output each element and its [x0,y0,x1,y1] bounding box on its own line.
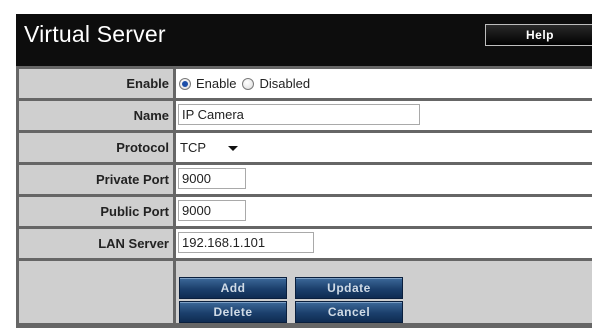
help-button[interactable]: Help [485,24,592,46]
update-button[interactable]: Update [295,277,403,299]
delete-button[interactable]: Delete [179,301,287,323]
private-port-label: Private Port [19,165,173,194]
page-header: Virtual Server Help [16,14,592,66]
chevron-down-icon [228,146,238,151]
enable-row: Enable Enable Disabled [16,66,592,98]
add-button[interactable]: Add [179,277,287,299]
lan-server-label: LAN Server [19,229,173,258]
private-port-row: Private Port 9000 [16,162,592,194]
private-port-value-cell: 9000 [176,165,592,194]
actions-cell: Add Update Delete Cancel [176,261,592,323]
disabled-radio[interactable] [242,77,255,90]
public-port-label: Public Port [19,197,173,226]
top-strip [0,0,592,14]
enable-radio-group: Enable Disabled [179,76,316,91]
name-row: Name IP Camera [16,98,592,130]
lan-server-input[interactable]: 192.168.1.101 [178,232,314,253]
page-title: Virtual Server [24,21,166,47]
virtual-server-form: Enable Enable Disabled Name IP Camera Pr… [16,66,592,328]
public-port-row: Public Port 9000 [16,194,592,226]
disabled-radio-label[interactable]: Disabled [259,76,310,91]
protocol-select[interactable]: TCP [180,138,240,158]
lan-server-row: LAN Server 192.168.1.101 [16,226,592,258]
actions-label-cell [19,261,173,323]
private-port-input[interactable]: 9000 [178,168,246,189]
protocol-label: Protocol [19,133,173,162]
enable-label: Enable [19,69,173,98]
protocol-row: Protocol TCP [16,130,592,162]
protocol-value-cell: TCP [176,133,592,162]
public-port-input[interactable]: 9000 [178,200,246,221]
public-port-value-cell: 9000 [176,197,592,226]
lan-server-value-cell: 192.168.1.101 [176,229,592,258]
name-value-cell: IP Camera [176,101,592,130]
name-input[interactable]: IP Camera [178,104,420,125]
enable-radio-label[interactable]: Enable [196,76,236,91]
protocol-selected-value: TCP [180,140,206,155]
cancel-button[interactable]: Cancel [295,301,403,323]
enable-value-cell: Enable Disabled [176,69,592,98]
actions-row: Add Update Delete Cancel [16,258,592,328]
virtual-server-window: Virtual Server Help Enable Enable Disabl… [0,0,592,328]
name-label: Name [19,101,173,130]
enable-radio[interactable] [179,77,191,90]
